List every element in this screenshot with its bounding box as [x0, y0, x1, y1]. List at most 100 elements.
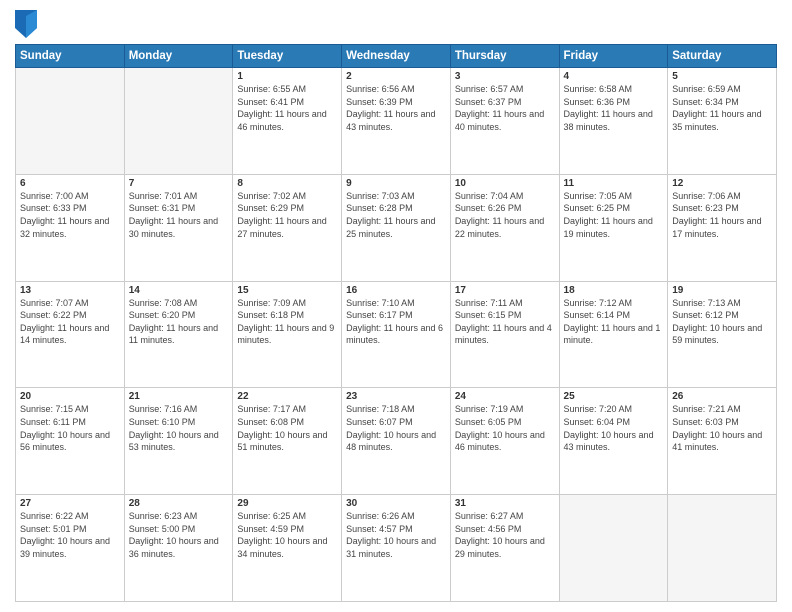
week-row-1: 6Sunrise: 7:00 AMSunset: 6:33 PMDaylight…	[16, 174, 777, 281]
header-day-saturday: Saturday	[668, 45, 777, 68]
day-number: 8	[237, 178, 337, 189]
header	[15, 10, 777, 38]
calendar-cell: 19Sunrise: 7:13 AMSunset: 6:12 PMDayligh…	[668, 281, 777, 388]
day-info: Sunrise: 6:55 AMSunset: 6:41 PMDaylight:…	[237, 83, 337, 133]
day-number: 21	[129, 391, 229, 402]
calendar-cell: 1Sunrise: 6:55 AMSunset: 6:41 PMDaylight…	[233, 68, 342, 175]
day-number: 25	[564, 391, 664, 402]
day-info: Sunrise: 7:11 AMSunset: 6:15 PMDaylight:…	[455, 297, 555, 347]
page: SundayMondayTuesdayWednesdayThursdayFrid…	[0, 0, 792, 612]
day-info: Sunrise: 6:57 AMSunset: 6:37 PMDaylight:…	[455, 83, 555, 133]
calendar-cell: 6Sunrise: 7:00 AMSunset: 6:33 PMDaylight…	[16, 174, 125, 281]
day-info: Sunrise: 7:01 AMSunset: 6:31 PMDaylight:…	[129, 190, 229, 240]
day-info: Sunrise: 7:06 AMSunset: 6:23 PMDaylight:…	[672, 190, 772, 240]
day-info: Sunrise: 6:56 AMSunset: 6:39 PMDaylight:…	[346, 83, 446, 133]
day-number: 26	[672, 391, 772, 402]
day-number: 24	[455, 391, 555, 402]
header-row: SundayMondayTuesdayWednesdayThursdayFrid…	[16, 45, 777, 68]
day-info: Sunrise: 7:20 AMSunset: 6:04 PMDaylight:…	[564, 403, 664, 453]
header-day-tuesday: Tuesday	[233, 45, 342, 68]
day-info: Sunrise: 7:15 AMSunset: 6:11 PMDaylight:…	[20, 403, 120, 453]
day-number: 3	[455, 71, 555, 82]
day-info: Sunrise: 7:21 AMSunset: 6:03 PMDaylight:…	[672, 403, 772, 453]
day-info: Sunrise: 7:07 AMSunset: 6:22 PMDaylight:…	[20, 297, 120, 347]
calendar-cell: 14Sunrise: 7:08 AMSunset: 6:20 PMDayligh…	[124, 281, 233, 388]
calendar-cell: 27Sunrise: 6:22 AMSunset: 5:01 PMDayligh…	[16, 495, 125, 602]
day-info: Sunrise: 7:02 AMSunset: 6:29 PMDaylight:…	[237, 190, 337, 240]
header-day-friday: Friday	[559, 45, 668, 68]
day-number: 20	[20, 391, 120, 402]
calendar-cell: 24Sunrise: 7:19 AMSunset: 6:05 PMDayligh…	[450, 388, 559, 495]
day-number: 23	[346, 391, 446, 402]
day-info: Sunrise: 7:09 AMSunset: 6:18 PMDaylight:…	[237, 297, 337, 347]
day-number: 27	[20, 498, 120, 509]
calendar-cell: 29Sunrise: 6:25 AMSunset: 4:59 PMDayligh…	[233, 495, 342, 602]
calendar-cell: 10Sunrise: 7:04 AMSunset: 6:26 PMDayligh…	[450, 174, 559, 281]
calendar-cell	[668, 495, 777, 602]
calendar-cell	[559, 495, 668, 602]
day-info: Sunrise: 7:12 AMSunset: 6:14 PMDaylight:…	[564, 297, 664, 347]
calendar-cell: 23Sunrise: 7:18 AMSunset: 6:07 PMDayligh…	[342, 388, 451, 495]
day-number: 14	[129, 285, 229, 296]
calendar-cell: 25Sunrise: 7:20 AMSunset: 6:04 PMDayligh…	[559, 388, 668, 495]
day-number: 11	[564, 178, 664, 189]
calendar-cell: 21Sunrise: 7:16 AMSunset: 6:10 PMDayligh…	[124, 388, 233, 495]
day-number: 19	[672, 285, 772, 296]
day-info: Sunrise: 7:10 AMSunset: 6:17 PMDaylight:…	[346, 297, 446, 347]
day-info: Sunrise: 7:03 AMSunset: 6:28 PMDaylight:…	[346, 190, 446, 240]
day-info: Sunrise: 6:23 AMSunset: 5:00 PMDaylight:…	[129, 510, 229, 560]
day-info: Sunrise: 7:17 AMSunset: 6:08 PMDaylight:…	[237, 403, 337, 453]
calendar-cell: 15Sunrise: 7:09 AMSunset: 6:18 PMDayligh…	[233, 281, 342, 388]
calendar-body: 1Sunrise: 6:55 AMSunset: 6:41 PMDaylight…	[16, 68, 777, 602]
calendar-cell: 20Sunrise: 7:15 AMSunset: 6:11 PMDayligh…	[16, 388, 125, 495]
day-number: 2	[346, 71, 446, 82]
day-info: Sunrise: 7:19 AMSunset: 6:05 PMDaylight:…	[455, 403, 555, 453]
day-info: Sunrise: 6:59 AMSunset: 6:34 PMDaylight:…	[672, 83, 772, 133]
day-number: 18	[564, 285, 664, 296]
calendar-cell: 3Sunrise: 6:57 AMSunset: 6:37 PMDaylight…	[450, 68, 559, 175]
logo	[15, 10, 39, 38]
day-info: Sunrise: 6:22 AMSunset: 5:01 PMDaylight:…	[20, 510, 120, 560]
calendar-cell: 16Sunrise: 7:10 AMSunset: 6:17 PMDayligh…	[342, 281, 451, 388]
calendar-cell: 7Sunrise: 7:01 AMSunset: 6:31 PMDaylight…	[124, 174, 233, 281]
calendar-cell	[124, 68, 233, 175]
calendar-cell: 22Sunrise: 7:17 AMSunset: 6:08 PMDayligh…	[233, 388, 342, 495]
calendar-header: SundayMondayTuesdayWednesdayThursdayFrid…	[16, 45, 777, 68]
day-number: 16	[346, 285, 446, 296]
day-info: Sunrise: 6:27 AMSunset: 4:56 PMDaylight:…	[455, 510, 555, 560]
calendar-cell: 12Sunrise: 7:06 AMSunset: 6:23 PMDayligh…	[668, 174, 777, 281]
day-number: 29	[237, 498, 337, 509]
day-info: Sunrise: 7:00 AMSunset: 6:33 PMDaylight:…	[20, 190, 120, 240]
calendar-cell: 13Sunrise: 7:07 AMSunset: 6:22 PMDayligh…	[16, 281, 125, 388]
day-number: 22	[237, 391, 337, 402]
day-number: 6	[20, 178, 120, 189]
day-number: 9	[346, 178, 446, 189]
week-row-4: 27Sunrise: 6:22 AMSunset: 5:01 PMDayligh…	[16, 495, 777, 602]
day-info: Sunrise: 7:18 AMSunset: 6:07 PMDaylight:…	[346, 403, 446, 453]
day-number: 17	[455, 285, 555, 296]
calendar-cell: 5Sunrise: 6:59 AMSunset: 6:34 PMDaylight…	[668, 68, 777, 175]
header-day-wednesday: Wednesday	[342, 45, 451, 68]
calendar-cell: 30Sunrise: 6:26 AMSunset: 4:57 PMDayligh…	[342, 495, 451, 602]
day-info: Sunrise: 7:08 AMSunset: 6:20 PMDaylight:…	[129, 297, 229, 347]
day-number: 31	[455, 498, 555, 509]
calendar-cell: 8Sunrise: 7:02 AMSunset: 6:29 PMDaylight…	[233, 174, 342, 281]
day-number: 13	[20, 285, 120, 296]
calendar-table: SundayMondayTuesdayWednesdayThursdayFrid…	[15, 44, 777, 602]
day-number: 12	[672, 178, 772, 189]
header-day-thursday: Thursday	[450, 45, 559, 68]
calendar-cell: 26Sunrise: 7:21 AMSunset: 6:03 PMDayligh…	[668, 388, 777, 495]
day-number: 5	[672, 71, 772, 82]
day-info: Sunrise: 7:05 AMSunset: 6:25 PMDaylight:…	[564, 190, 664, 240]
calendar-cell: 4Sunrise: 6:58 AMSunset: 6:36 PMDaylight…	[559, 68, 668, 175]
day-info: Sunrise: 7:04 AMSunset: 6:26 PMDaylight:…	[455, 190, 555, 240]
header-day-monday: Monday	[124, 45, 233, 68]
calendar-cell: 18Sunrise: 7:12 AMSunset: 6:14 PMDayligh…	[559, 281, 668, 388]
calendar-cell: 11Sunrise: 7:05 AMSunset: 6:25 PMDayligh…	[559, 174, 668, 281]
day-number: 15	[237, 285, 337, 296]
day-number: 7	[129, 178, 229, 189]
week-row-0: 1Sunrise: 6:55 AMSunset: 6:41 PMDaylight…	[16, 68, 777, 175]
calendar-cell	[16, 68, 125, 175]
week-row-3: 20Sunrise: 7:15 AMSunset: 6:11 PMDayligh…	[16, 388, 777, 495]
header-day-sunday: Sunday	[16, 45, 125, 68]
